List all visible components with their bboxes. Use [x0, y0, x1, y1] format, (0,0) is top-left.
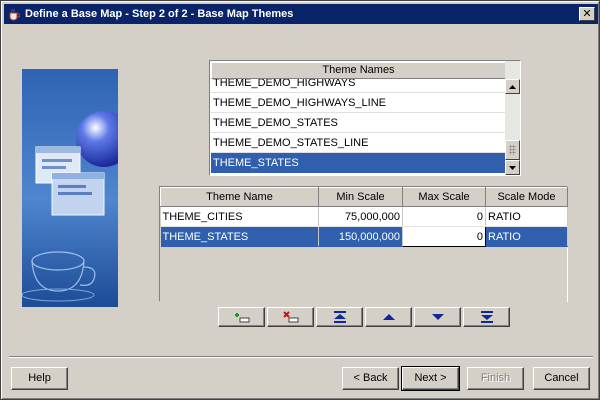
wizard-illustration [22, 69, 118, 307]
max-scale-cell[interactable]: 0 [402, 206, 486, 227]
theme-names-viewport: Theme Names THEME_DEMO_HIGHWAYS THEME_DE… [211, 62, 507, 174]
list-item[interactable]: THEME_DEMO_STATES_LINE [211, 133, 506, 153]
next-button-label: Next > [414, 372, 447, 384]
cancel-button-label: Cancel [544, 372, 579, 384]
column-header-min-scale[interactable]: Min Scale [318, 187, 403, 207]
move-to-bottom-button[interactable] [463, 307, 510, 327]
column-header-scale-mode[interactable]: Scale Mode [485, 187, 568, 207]
help-button[interactable]: Help [11, 367, 68, 390]
theme-names-items: THEME_DEMO_HIGHWAYS THEME_DEMO_HIGHWAYS_… [211, 79, 506, 174]
move-to-top-button[interactable] [316, 307, 363, 327]
move-up-button[interactable] [365, 307, 412, 327]
scroll-down-arrow-icon [509, 165, 516, 170]
back-button[interactable]: < Back [342, 367, 399, 390]
list-item[interactable]: THEME_DEMO_HIGHWAYS [211, 79, 506, 93]
min-scale-cell[interactable]: 150,000,000 [318, 226, 403, 247]
help-button-label: Help [28, 372, 51, 384]
finish-button[interactable]: Finish [467, 367, 524, 390]
back-button-label: < Back [353, 372, 388, 384]
table-row-selected[interactable]: THEME_STATES 150,000,000 0 RATIO [160, 226, 568, 247]
theme-name-cell[interactable]: THEME_STATES [160, 226, 319, 247]
theme-names-list: Theme Names THEME_DEMO_HIGHWAYS THEME_DE… [209, 60, 521, 176]
add-row-icon [234, 313, 249, 323]
column-header-max-scale[interactable]: Max Scale [402, 187, 486, 207]
cancel-button[interactable]: Cancel [533, 367, 590, 390]
scroll-thumb[interactable] [505, 140, 520, 160]
scroll-up-button[interactable] [505, 79, 520, 94]
move-up-icon [382, 314, 395, 320]
scale-mode-cell[interactable]: RATIO [485, 206, 568, 227]
remove-row-icon [282, 311, 298, 323]
next-button[interactable]: Next > [401, 366, 460, 391]
scroll-up-arrow-icon [509, 84, 516, 89]
theme-name-cell[interactable]: THEME_CITIES [160, 206, 319, 227]
move-down-button[interactable] [414, 307, 461, 327]
table-row[interactable]: THEME_CITIES 75,000,000 0 RATIO [160, 206, 568, 227]
list-item-selected[interactable]: THEME_STATES [211, 153, 506, 173]
close-icon: ✕ [582, 7, 592, 20]
theme-names-scrollbar[interactable] [505, 61, 520, 175]
button-separator [9, 356, 593, 358]
remove-theme-button[interactable] [267, 307, 314, 327]
scale-mode-cell[interactable]: RATIO [485, 226, 568, 247]
theme-order-toolbar [218, 307, 512, 327]
window-title: Define a Base Map - Step 2 of 2 - Base M… [25, 8, 294, 20]
finish-button-label: Finish [480, 372, 511, 384]
title-bar: Define a Base Map - Step 2 of 2 - Base M… [4, 4, 598, 24]
move-bottom-icon [480, 311, 493, 323]
list-item[interactable]: THEME_DEMO_HIGHWAYS_LINE [211, 93, 506, 113]
max-scale-editor[interactable]: 0 [402, 226, 486, 247]
dialog-window: Define a Base Map - Step 2 of 2 - Base M… [0, 0, 600, 400]
list-item[interactable]: THEME_DEMO_STATES [211, 113, 506, 133]
scroll-down-button[interactable] [505, 160, 520, 175]
java-cup-icon [7, 7, 21, 21]
base-map-themes-table: Theme Name Min Scale Max Scale Scale Mod… [159, 186, 568, 321]
add-theme-button[interactable] [218, 307, 265, 327]
theme-names-header: Theme Names [211, 62, 506, 79]
column-header-theme-name[interactable]: Theme Name [160, 187, 319, 207]
min-scale-cell[interactable]: 75,000,000 [318, 206, 403, 227]
move-top-icon [333, 311, 346, 323]
move-down-icon [431, 314, 444, 320]
close-button[interactable]: ✕ [579, 7, 595, 21]
